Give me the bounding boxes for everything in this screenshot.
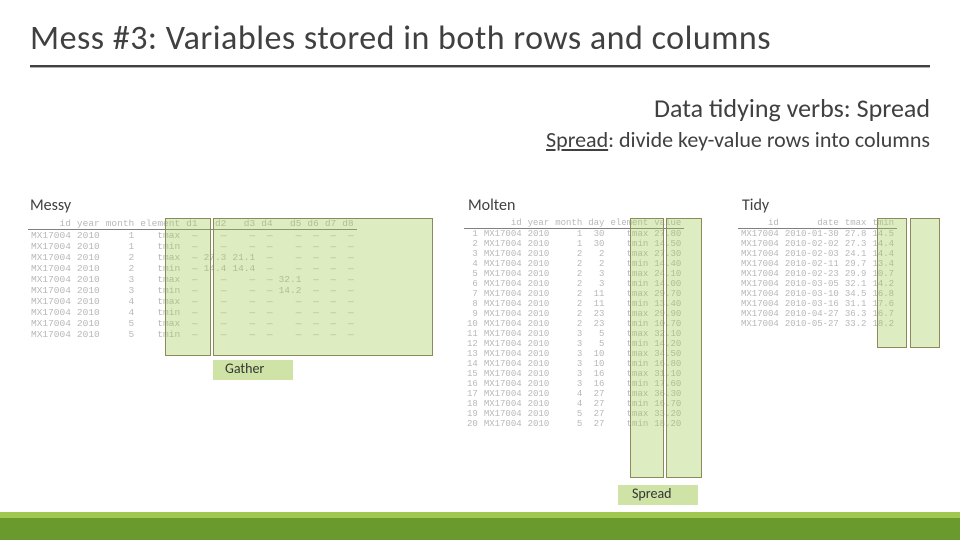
label-tidy: Tidy: [742, 196, 769, 215]
gather-label: Gather: [225, 360, 264, 377]
label-messy: Messy: [30, 196, 71, 215]
slide-description: Spread: divide key-value rows into colum…: [0, 124, 960, 153]
highlight-molten-element: [630, 218, 664, 478]
highlight-tidy-tmax: [877, 218, 907, 348]
label-molten: Molten: [468, 196, 515, 215]
slide-title: Mess #3: Variables stored in both rows a…: [0, 0, 960, 59]
highlight-molten-value: [666, 218, 702, 478]
highlight-messy-element: [165, 218, 211, 356]
slide-subtitle: Data tidying verbs: Spread: [0, 68, 960, 124]
footer-bar: [0, 518, 960, 540]
desc-rest: : divide key-value rows into columns: [608, 126, 930, 153]
spread-label: Spread: [632, 485, 672, 502]
desc-verb: Spread: [546, 126, 608, 153]
highlight-messy-days: [213, 218, 433, 356]
highlight-tidy-tmin: [910, 218, 940, 348]
